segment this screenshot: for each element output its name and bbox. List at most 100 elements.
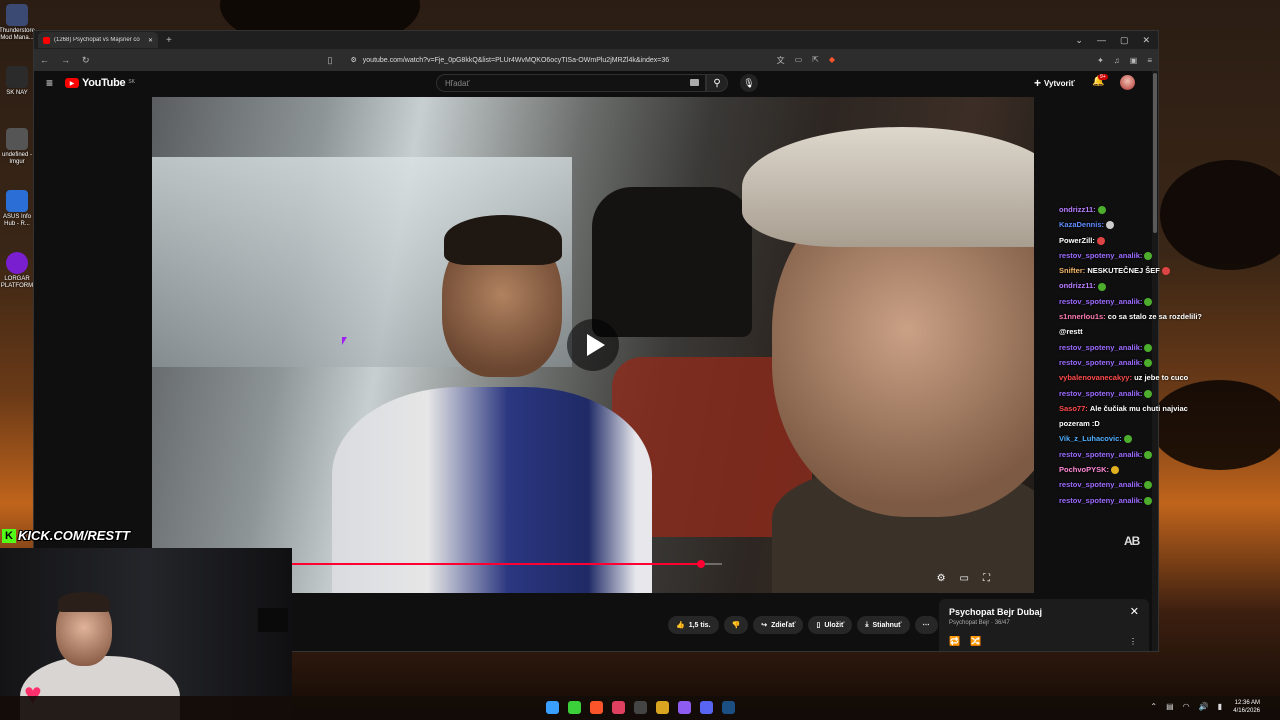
battery-icon[interactable]: ▮ [1218,702,1222,711]
chat-emote-icon [1096,236,1105,245]
youtube-logo[interactable]: ▶ YouTube SK [65,77,135,89]
download-button[interactable]: ⤓ Stiahnuť [857,616,910,634]
settings-gear-icon[interactable]: ⚙ [937,573,946,584]
chat-emote-icon [1097,206,1106,215]
progress-scrubber[interactable] [696,560,705,568]
maps-pin-icon[interactable] [612,701,625,714]
bookmark-icon[interactable]: ▯ [328,55,333,66]
forward-icon[interactable]: → [61,55,70,65]
fullscreen-icon[interactable]: ⛶ [983,573,990,584]
save-button[interactable]: ▯ Uložiť [808,616,853,634]
chrome-icon[interactable] [656,701,669,714]
steam-icon[interactable] [722,701,735,714]
chat-text: Ale čučiak mu chuti najviac [1089,403,1188,413]
extensions-icon[interactable]: ✦ [1097,56,1104,65]
keyboard-icon[interactable] [690,79,699,86]
play-button[interactable] [567,319,619,371]
media-icon[interactable]: ♫ [1114,56,1120,65]
chat-username[interactable]: Vik_z_Luhacovic: [1059,434,1122,443]
volume-icon[interactable]: 🔊 [1199,702,1209,711]
video-player[interactable]: ⚙ ▭ ⛶ [152,97,1034,593]
share-button[interactable]: ↪ Zdieľať [753,616,804,634]
webcam-background-object [258,608,288,632]
tray-chevron-icon[interactable]: ⌃ [1150,702,1157,711]
chat-username[interactable]: restov_spoteny_analik: [1059,358,1142,367]
desktop-icon-asus[interactable]: ASUS Info Hub - R... [0,186,34,248]
playlist-more-icon[interactable]: ⋮ [1129,637,1137,646]
chat-username[interactable]: restov_spoteny_analik: [1059,343,1142,352]
windows-start-icon[interactable] [546,701,559,714]
network-icon[interactable]: ▤ [1166,702,1174,711]
translate-icon[interactable]: 文 [777,55,785,66]
wifi-icon[interactable]: ◠ [1183,702,1190,711]
chat-message: pozeram :D [1059,416,1239,431]
back-icon[interactable]: ← [40,55,49,65]
new-tab-button[interactable]: + [166,35,172,46]
discord-icon[interactable] [700,701,713,714]
miniplayer-icon[interactable]: ▭ [960,573,969,584]
maximize-icon[interactable]: ▢ [1120,35,1129,46]
desktop-icon-lorgar[interactable]: LORGAR PLATFORM [0,248,34,310]
chat-emote-icon [1097,282,1106,291]
chat-username[interactable]: restov_spoteny_analik: [1059,450,1142,459]
playlist-subtitle: Psychopat Bejr · 36/47 [949,620,1010,626]
dislike-button[interactable]: 👎 [723,616,749,634]
reload-icon[interactable]: ↻ [82,55,90,66]
search-icon: ⚲ [713,77,721,89]
search-button[interactable]: ⚲ [706,74,728,92]
chat-username[interactable]: restov_spoteny_analik: [1059,297,1142,306]
chat-emote-icon [1106,221,1115,230]
desktop-icon-sk-nay[interactable]: SK NAY [0,62,34,124]
chat-username[interactable]: s1nnerlou1s: [1059,312,1106,321]
chat-username[interactable]: Saso77: [1059,404,1088,413]
play-icon [586,334,605,356]
kick-banner: K KICK.COM/RESTT [2,528,130,543]
more-actions-button[interactable]: ⋯ [914,616,938,634]
desktop-icon-imgur[interactable]: undefined - Imgur [0,124,34,186]
site-info-icon[interactable]: ⚙ [351,56,357,64]
chat-username[interactable]: PowerZill: [1059,236,1095,245]
chat-username[interactable]: ondrizz11: [1059,205,1096,214]
playlist-title[interactable]: Psychopat Bejr Dubaj [949,607,1042,617]
chat-username[interactable]: ondrizz11: [1059,281,1096,290]
url-field[interactable]: ⚙ youtube.com/watch?v=Fje_0pG8kkQ&list=P… [345,52,765,68]
thumbs-down-icon: 👎 [731,622,741,629]
browser-tab[interactable]: (1268) Psychopat vs Majsner co ✕ [38,32,158,48]
shuffle-icon[interactable]: 🔀 [970,636,981,647]
guide-menu-icon[interactable]: ≡ [46,76,53,90]
chat-username[interactable]: restov_spoteny_analik: [1059,251,1142,260]
voice-search-button[interactable]: 🎙 [740,74,758,92]
chat-username[interactable]: restov_spoteny_analik: [1059,480,1142,489]
chat-username[interactable]: restov_spoteny_analik: [1059,389,1142,398]
reader-icon[interactable]: ▭ [795,55,803,66]
chat-username[interactable]: vybalenovanecakyy: [1059,373,1132,382]
minimize-icon[interactable]: — [1097,35,1106,46]
progress-bar[interactable] [292,560,722,568]
loop-icon[interactable]: 🔁 [949,636,960,647]
tab-list-icon[interactable]: ⌄ [1075,35,1083,46]
create-button[interactable]: + Vytvoriť [1034,74,1075,92]
chat-message: restov_spoteny_analik: [1059,493,1239,508]
chat-message: PochvoPYSK: [1059,462,1239,477]
like-button[interactable]: 👍 1,5 tis. [668,616,719,634]
tab-close-icon[interactable]: ✕ [148,37,153,44]
menu-icon[interactable]: ≡ [1147,56,1152,65]
chat-username[interactable]: KazaDennis: [1059,220,1104,229]
terminal-icon[interactable] [634,701,647,714]
account-avatar[interactable] [1120,75,1135,90]
share-page-icon[interactable]: ⇱ [812,55,819,66]
close-playlist-icon[interactable]: ✕ [1130,605,1139,618]
brave-shield-icon[interactable]: ◆ [829,55,835,66]
chat-username[interactable]: Snifter: [1059,266,1085,275]
search-input[interactable]: Hľadať [436,74,706,92]
chat-username[interactable]: restov_spoteny_analik: [1059,496,1142,505]
chat-username[interactable]: PochvoPYSK: [1059,465,1109,474]
app-green-icon[interactable] [568,701,581,714]
desktop-icon-thunderstore[interactable]: Thunderstore Mod Mana... [0,0,35,62]
close-window-icon[interactable]: ✕ [1142,35,1150,46]
brave-icon[interactable] [590,701,603,714]
youtube-favicon-icon [43,36,50,44]
wallet-icon[interactable]: ▣ [1130,56,1138,65]
system-clock[interactable]: 12:36 AM 4/16/2026 [1233,699,1260,715]
music-icon[interactable] [678,701,691,714]
